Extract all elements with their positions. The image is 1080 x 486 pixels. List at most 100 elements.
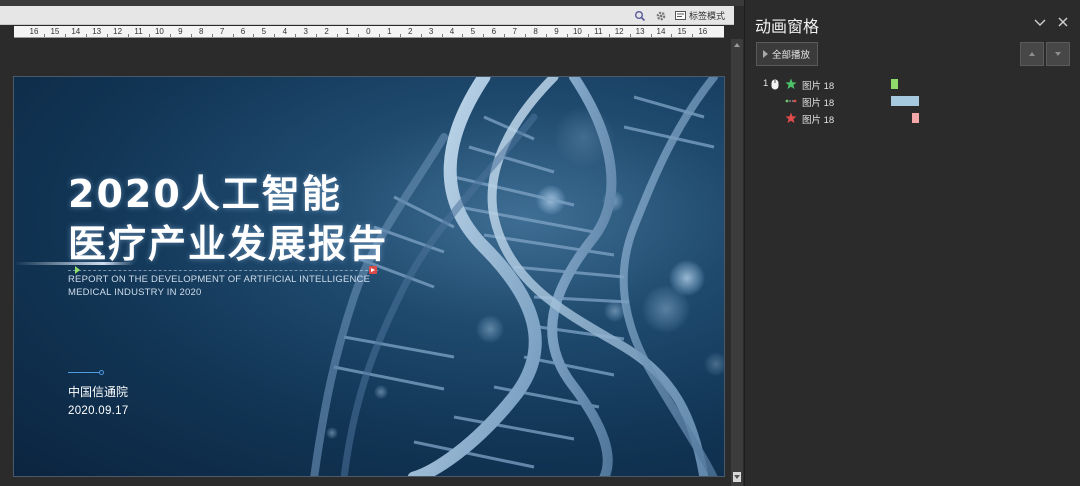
date-label[interactable]: 2020.09.17	[68, 405, 129, 417]
ruler-tick	[169, 34, 171, 37]
ruler-tick	[316, 34, 318, 37]
motion-path-start-marker[interactable]	[75, 266, 80, 274]
scroll-up-button[interactable]	[733, 41, 741, 49]
ruler-number: 5	[261, 27, 267, 36]
light-streak	[14, 262, 134, 265]
ruler-number: 4	[449, 27, 455, 36]
ruler-number: 13	[635, 27, 645, 36]
ruler-number: 10	[154, 27, 164, 36]
move-up-button[interactable]	[1020, 42, 1044, 66]
ruler-number: 10	[572, 27, 582, 36]
decorative-dot	[99, 370, 104, 375]
ruler-number: 11	[594, 27, 603, 36]
ruler-tick	[608, 34, 610, 37]
timeline-bar[interactable]	[891, 79, 898, 89]
ruler-number: 3	[428, 27, 434, 36]
ruler-tick	[128, 34, 130, 37]
ruler-number: 8	[533, 27, 538, 36]
ruler-number: 2	[407, 27, 413, 36]
ruler-number: 15	[677, 27, 687, 36]
animation-item[interactable]: 1 图片 18	[745, 76, 1080, 93]
ruler-number: 1	[387, 27, 392, 36]
slide[interactable]: 2020人工智能 医疗产业发展报告 REPORT ON THE DEVELOPM…	[13, 76, 725, 477]
ruler-tick	[629, 34, 631, 37]
ruler-number: 7	[219, 27, 225, 36]
organization-label[interactable]: 中国信通院	[68, 383, 128, 400]
ruler-number: 11	[134, 27, 143, 36]
move-down-button[interactable]	[1046, 42, 1070, 66]
ruler-number: 8	[198, 27, 204, 36]
timeline-bar[interactable]	[912, 113, 919, 123]
pane-title: 动画窗格	[755, 19, 820, 36]
vertical-scrollbar[interactable]	[731, 39, 743, 486]
ruler-number: 14	[71, 27, 81, 36]
ruler-tick	[671, 34, 673, 37]
mouse-icon	[771, 79, 779, 90]
arrow-up-icon	[1029, 52, 1035, 56]
animation-item-label: 图片 18	[802, 98, 835, 109]
scroll-down-button[interactable]	[733, 472, 741, 482]
ruler-tick	[337, 34, 339, 37]
gear-icon[interactable]	[653, 8, 669, 23]
close-icon[interactable]	[1057, 16, 1069, 28]
timeline-bar[interactable]	[891, 96, 919, 106]
ruler-number: 7	[512, 27, 517, 36]
ruler-tick	[546, 34, 548, 37]
ruler-number: 6	[240, 27, 246, 36]
ruler-tick	[148, 34, 150, 37]
arrow-down-icon	[1055, 52, 1061, 56]
zoom-search-icon[interactable]	[632, 8, 648, 23]
ruler-tick	[399, 34, 401, 37]
ruler-tick	[232, 34, 234, 37]
slide-subtitle-line1[interactable]: REPORT ON THE DEVELOPMENT OF ARTIFICIAL …	[68, 274, 388, 286]
ruler-tick	[462, 34, 464, 37]
animation-pane: 动画窗格 全部播放 1 图片 18 图片 18 图片 18	[744, 0, 1080, 486]
play-all-label: 全部播放	[772, 50, 811, 61]
ruler-number: 14	[656, 27, 666, 36]
ruler-number: 12	[614, 27, 624, 36]
ruler-tick	[650, 34, 652, 37]
ruler-number: 9	[554, 27, 559, 36]
animation-item[interactable]: 图片 18	[745, 110, 1080, 127]
motion-path-line	[68, 270, 378, 271]
ruler-tick	[107, 34, 109, 37]
green-star-icon	[785, 78, 797, 89]
ruler-number: 12	[113, 27, 123, 36]
play-icon	[763, 50, 768, 58]
animation-item-number: 1	[763, 78, 769, 89]
animation-item-label: 图片 18	[802, 81, 835, 92]
slide-subtitle-line2[interactable]: MEDICAL INDUSTRY IN 2020	[68, 287, 388, 299]
ruler-number: 6	[491, 27, 497, 36]
motion-path-icon	[785, 99, 797, 103]
editor-toolbar: 标签模式	[0, 6, 734, 25]
ruler-number: 16	[698, 27, 708, 36]
ruler-tick	[44, 34, 46, 37]
ruler-number: 0	[366, 27, 371, 36]
ruler-number: 1	[345, 27, 350, 36]
ruler-tick	[86, 34, 88, 37]
ruler-tick	[357, 34, 359, 37]
ruler-tick	[587, 34, 589, 37]
motion-path-end-marker[interactable]	[369, 266, 377, 274]
ruler-tick	[274, 34, 276, 37]
slide-title-line2[interactable]: 医疗产业发展报告	[68, 223, 428, 265]
slide-title-line1[interactable]: 2020人工智能	[68, 173, 428, 215]
ruler-tick	[295, 34, 297, 37]
decorative-line	[68, 372, 100, 373]
chevron-up-icon	[734, 43, 740, 47]
ruler-tick	[441, 34, 443, 37]
chevron-down-icon[interactable]	[1033, 16, 1047, 28]
ruler-number: 3	[303, 27, 308, 36]
ruler-number: 4	[282, 27, 288, 36]
ruler-tick	[692, 34, 694, 37]
ruler-tick	[253, 34, 255, 37]
ruler-tick	[190, 34, 192, 37]
tag-mode-button[interactable]: 标签模式	[675, 8, 725, 23]
ruler-tick	[525, 34, 527, 37]
ruler-number: 16	[29, 27, 39, 36]
ruler-tick	[65, 34, 67, 37]
ruler-tick	[211, 34, 213, 37]
animation-item[interactable]: 图片 18	[745, 93, 1080, 110]
play-all-button[interactable]: 全部播放	[756, 42, 818, 66]
ruler-number: 13	[92, 27, 102, 36]
